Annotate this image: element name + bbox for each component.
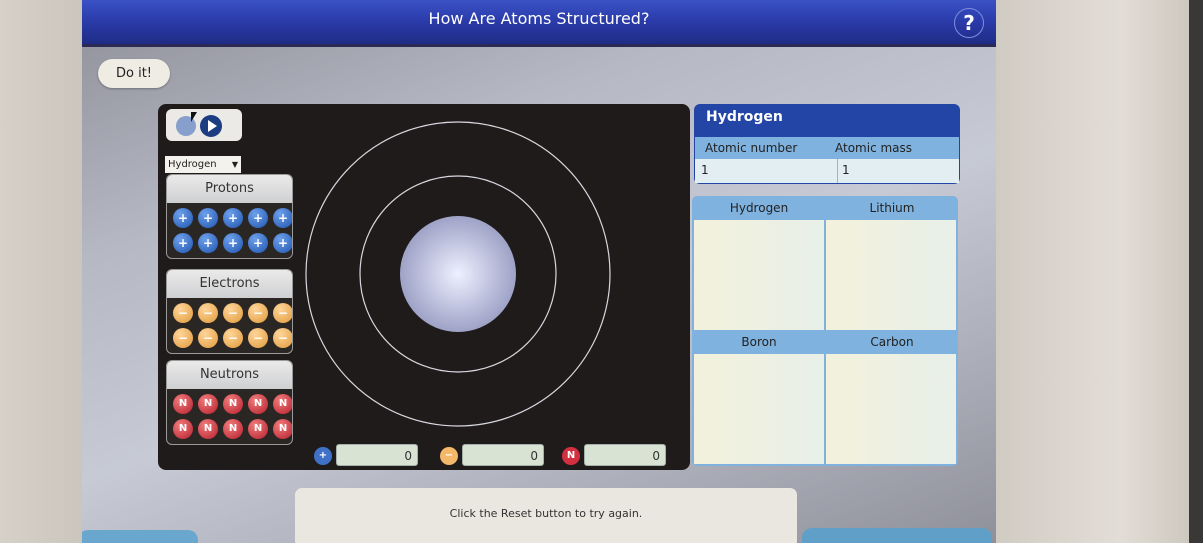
protons-grid: + + + + + + + + + + <box>167 203 292 258</box>
electron-particle[interactable]: − <box>248 303 268 323</box>
protons-bin: Protons + + + + + + + + + + <box>166 174 293 259</box>
atomic-mass-value: 1 <box>837 159 850 183</box>
electron-particle[interactable]: − <box>223 303 243 323</box>
atom-builder-panel: Hydrogen ▼ Protons + + + + + + + + + + Electrons … <box>158 104 690 470</box>
neutron-particle[interactable]: N <box>198 419 218 439</box>
element-select[interactable]: Hydrogen ▼ <box>165 156 241 173</box>
element-info-table: Hydrogen Atomic number Atomic mass 1 1 <box>694 104 960 184</box>
proton-particle[interactable]: + <box>248 233 268 253</box>
page-title: How Are Atoms Structured? <box>428 9 650 28</box>
electron-particle[interactable]: − <box>198 303 218 323</box>
nav-bar-right[interactable] <box>802 528 992 543</box>
compare-header-hydrogen: Hydrogen <box>729 201 789 215</box>
monitor-bezel-left <box>0 0 82 543</box>
electron-icon: − <box>440 447 458 465</box>
nav-bar-left[interactable] <box>82 530 198 543</box>
atomic-number-value: 1 <box>701 163 709 177</box>
proton-particle[interactable]: + <box>273 208 292 228</box>
atomic-number-header: Atomic number <box>705 141 798 155</box>
neutron-count-field: 0 <box>584 444 666 466</box>
neutron-particle[interactable]: N <box>223 419 243 439</box>
neutron-particle[interactable]: N <box>198 394 218 414</box>
neutron-particle[interactable]: N <box>173 394 193 414</box>
play-button[interactable] <box>166 109 242 141</box>
proton-particle[interactable]: + <box>173 208 193 228</box>
do-it-button[interactable]: Do it! <box>98 59 170 88</box>
electron-particle[interactable]: − <box>273 303 292 323</box>
neutrons-bin-label: Neutrons <box>167 361 292 389</box>
proton-count-field: 0 <box>336 444 418 466</box>
proton-particle[interactable]: + <box>223 233 243 253</box>
proton-particle[interactable]: + <box>173 233 193 253</box>
compare-slot-carbon[interactable] <box>826 354 956 464</box>
compare-header-boron: Boron <box>741 335 777 349</box>
electron-particle[interactable]: − <box>273 328 292 348</box>
electron-particle[interactable]: − <box>173 303 193 323</box>
title-bar: How Are Atoms Structured? ? <box>82 0 996 47</box>
monitor-bezel-right <box>996 0 1203 543</box>
proton-particle[interactable]: + <box>198 208 218 228</box>
neutrons-bin: Neutrons NNNNNNNNNN <box>166 360 293 445</box>
proton-particle[interactable]: + <box>248 208 268 228</box>
proton-particle[interactable]: + <box>223 208 243 228</box>
protons-bin-label: Protons <box>167 175 292 203</box>
proton-particle[interactable]: + <box>198 233 218 253</box>
electron-particle[interactable]: − <box>223 328 243 348</box>
atomic-mass-header: Atomic mass <box>835 141 913 155</box>
compare-header-carbon: Carbon <box>870 335 914 349</box>
compare-slot-boron[interactable] <box>694 354 824 464</box>
neutron-particle[interactable]: N <box>273 394 292 414</box>
info-value-row: 1 1 <box>695 159 959 183</box>
neutron-particle[interactable]: N <box>273 419 292 439</box>
proton-particle[interactable]: + <box>273 233 292 253</box>
app-screen: How Are Atoms Structured? ? Do it! Hydro… <box>82 0 996 543</box>
mouse-cursor-icon <box>191 112 197 122</box>
compare-slot-hydrogen[interactable] <box>694 220 824 330</box>
element-select-value: Hydrogen <box>168 159 217 170</box>
element-comparison-grid: Hydrogen Lithium Boron Carbon <box>692 196 958 466</box>
info-header-row: Atomic number Atomic mass <box>695 137 959 159</box>
compare-slot-lithium[interactable] <box>826 220 956 330</box>
electron-count-field: 0 <box>462 444 544 466</box>
electrons-grid: − − − − − − − − − − <box>167 298 292 353</box>
nucleus[interactable] <box>400 216 516 332</box>
electrons-bin-label: Electrons <box>167 270 292 298</box>
neutron-particle[interactable]: N <box>248 419 268 439</box>
help-button[interactable]: ? <box>954 8 984 38</box>
question-icon: ? <box>963 11 975 35</box>
electrons-bin: Electrons − − − − − − − − − − <box>166 269 293 354</box>
chevron-down-icon: ▼ <box>231 160 238 169</box>
neutron-particle[interactable]: N <box>248 394 268 414</box>
feedback-message: Click the Reset button to try again. <box>295 488 797 543</box>
electron-particle[interactable]: − <box>173 328 193 348</box>
play-icon <box>200 115 222 137</box>
neutron-particle[interactable]: N <box>223 394 243 414</box>
neutron-icon: N <box>562 447 580 465</box>
element-name: Hydrogen <box>706 109 783 125</box>
proton-icon: + <box>314 447 332 465</box>
neutrons-grid: NNNNNNNNNN <box>167 389 292 444</box>
compare-header-lithium: Lithium <box>869 201 915 215</box>
electron-particle[interactable]: − <box>198 328 218 348</box>
electron-particle[interactable]: − <box>248 328 268 348</box>
neutron-particle[interactable]: N <box>173 419 193 439</box>
